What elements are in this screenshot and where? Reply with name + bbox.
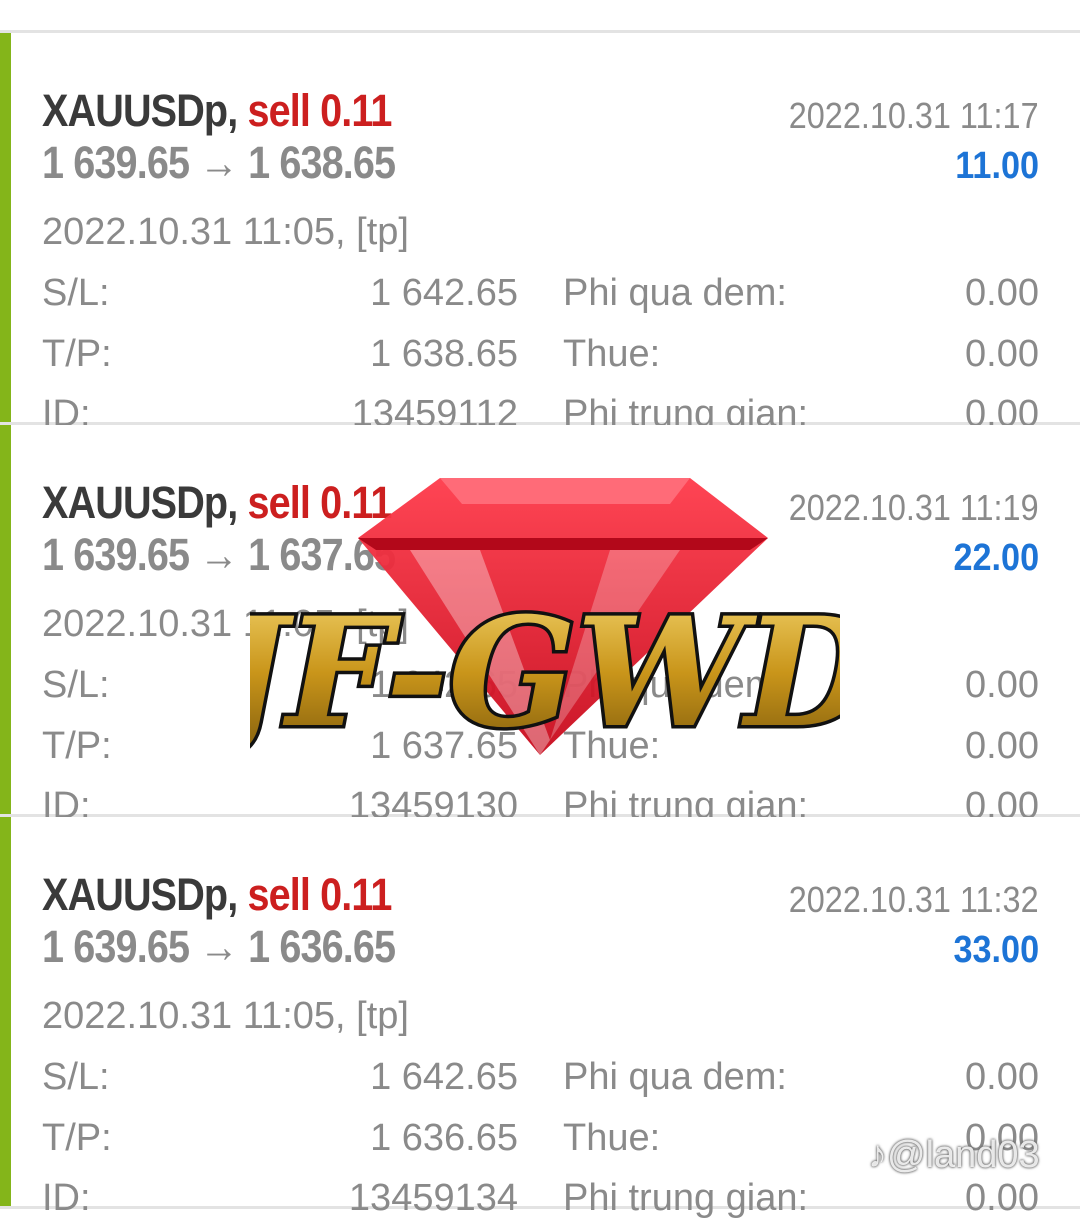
symbol-label: XAUUSDp, bbox=[42, 85, 238, 136]
fee-value: 0.00 bbox=[965, 725, 1039, 767]
watermark: ♪@land03 bbox=[868, 1134, 1040, 1177]
open-time: 2022.10.31 11:05, [tp] bbox=[42, 211, 409, 253]
symbol-label: XAUUSDp, bbox=[42, 477, 238, 528]
detail-label: T/P: bbox=[42, 333, 112, 375]
detail-label: S/L: bbox=[42, 272, 110, 314]
profit-value: 11.00 bbox=[955, 145, 1039, 187]
price-change: 1 639.65 → 1 636.65 bbox=[42, 921, 396, 972]
trade-type: sell 0.11 bbox=[247, 85, 393, 136]
detail-row: S/L: 1 642.65 Phi qua dem: 0.00 bbox=[0, 272, 1080, 318]
detail-row: S/L: 1 642.65 Phi qua dem: 0.00 bbox=[0, 1056, 1080, 1102]
trade-row[interactable]: XAUUSDp, sell 0.11 1 639.65 → 1 638.65 2… bbox=[0, 33, 1080, 435]
detail-value: 1 638.65 bbox=[370, 333, 518, 375]
open-time: 2022.10.31 11:05, [tp] bbox=[42, 995, 409, 1037]
detail-row: T/P: 1 638.65 Thue: 0.00 bbox=[0, 333, 1080, 379]
fee-label: Thue: bbox=[563, 1117, 661, 1159]
detail-value: 1 642.65 bbox=[370, 272, 518, 314]
fee-label: Phi qua dem: bbox=[563, 1056, 787, 1098]
trade-type: sell 0.11 bbox=[247, 869, 393, 920]
detail-value: 1 642.65 bbox=[370, 1056, 518, 1098]
profit-value: 33.00 bbox=[953, 929, 1039, 971]
trade-header: XAUUSDp, sell 0.11 bbox=[42, 85, 392, 137]
watermark-handle: @land03 bbox=[887, 1134, 1040, 1176]
fee-value: 0.00 bbox=[965, 272, 1039, 314]
fee-value: 0.00 bbox=[965, 1056, 1039, 1098]
price-change: 1 639.65 → 1 638.65 bbox=[42, 137, 396, 188]
detail-label: T/P: bbox=[42, 1117, 112, 1159]
previous-trade-edge bbox=[0, 0, 1080, 33]
fee-label: Phi qua dem: bbox=[563, 272, 787, 314]
profit-value: 22.00 bbox=[953, 537, 1039, 579]
detail-value: 1 636.65 bbox=[370, 1117, 518, 1159]
fee-value: 0.00 bbox=[965, 333, 1039, 375]
close-time: 2022.10.31 11:17 bbox=[789, 95, 1039, 136]
jf-gwd-logo: JF-GWD bbox=[250, 478, 840, 765]
close-time: 2022.10.31 11:32 bbox=[789, 879, 1039, 920]
trade-header: XAUUSDp, sell 0.11 bbox=[42, 869, 392, 921]
detail-row: ID: 13459134 Phi trung gian: 0.00 bbox=[0, 1177, 1080, 1223]
symbol-label: XAUUSDp, bbox=[42, 869, 238, 920]
watermark-icon: ♪ bbox=[868, 1134, 887, 1176]
fee-value: 0.00 bbox=[965, 664, 1039, 706]
detail-label: T/P: bbox=[42, 725, 112, 767]
detail-label: S/L: bbox=[42, 1056, 110, 1098]
detail-label: S/L: bbox=[42, 664, 110, 706]
fee-label: Thue: bbox=[563, 333, 661, 375]
logo-text: JF-GWD bbox=[250, 585, 840, 761]
